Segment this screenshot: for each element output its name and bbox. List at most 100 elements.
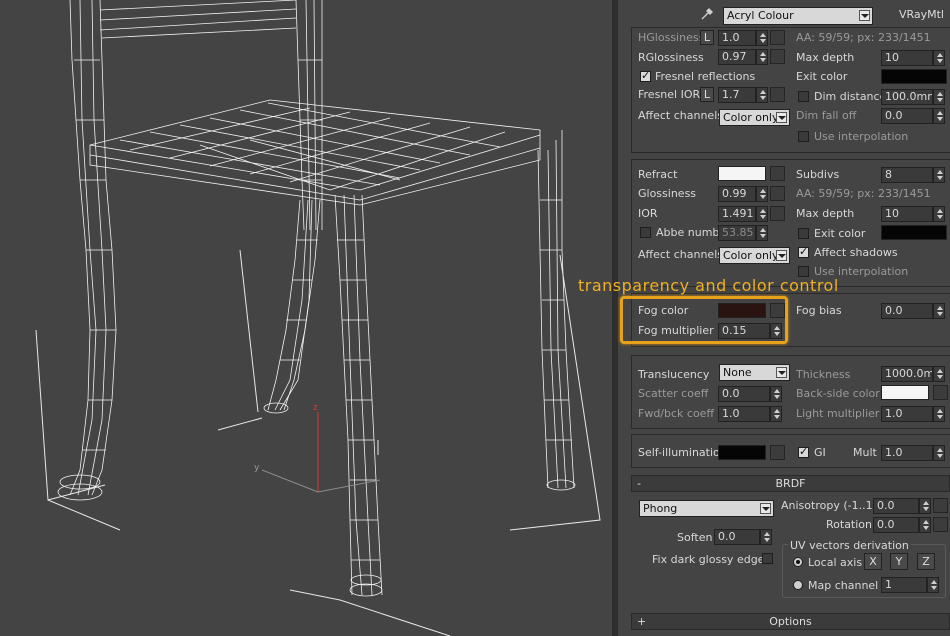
refract-max-depth-spinner[interactable] xyxy=(933,206,945,222)
refract-glossiness-spinner[interactable] xyxy=(756,186,768,202)
anisotropy-map-button[interactable] xyxy=(933,498,948,513)
fresnel-ior-map-button[interactable] xyxy=(770,87,785,102)
brdf-rollout-header[interactable]: - BRDF xyxy=(631,475,950,492)
reflect-max-depth-label: Max depth xyxy=(796,51,855,64)
backside-color-map-button[interactable] xyxy=(933,385,948,400)
front-leg-center xyxy=(334,194,383,597)
local-axis-radio[interactable] xyxy=(793,557,803,567)
subdivs-spinner[interactable] xyxy=(933,167,945,183)
fog-bias-field[interactable]: 0.0 xyxy=(881,303,933,319)
fix-dark-edges-checkbox[interactable] xyxy=(762,553,773,564)
reflect-exit-color-swatch[interactable] xyxy=(881,69,947,84)
ior-map-button[interactable] xyxy=(770,206,785,221)
refract-map-button[interactable] xyxy=(770,166,785,181)
fresnel-ior-label: Fresnel IOR xyxy=(638,88,701,101)
subdivs-label: Subdivs xyxy=(796,168,840,181)
mult-spinner[interactable] xyxy=(933,445,945,461)
rglossiness-map-button[interactable] xyxy=(770,49,785,64)
front-leg-left xyxy=(263,199,321,414)
back-post-right xyxy=(295,0,323,231)
mult-label: Mult xyxy=(853,446,877,459)
axis-z-button[interactable]: Z xyxy=(917,553,935,570)
fwd-bck-field[interactable]: 1.0 xyxy=(718,406,770,422)
fresnel-ior-field[interactable]: 1.7 xyxy=(718,87,756,103)
fwd-bck-spinner[interactable] xyxy=(770,406,782,422)
reflect-aa-info: AA: 59/59; px: 233/1451 xyxy=(796,31,931,44)
reflect-max-depth-spinner[interactable] xyxy=(933,50,945,66)
back-rail xyxy=(99,0,297,39)
anisotropy-field[interactable]: 0.0 xyxy=(873,498,919,514)
light-multiplier-field[interactable]: 1.0 xyxy=(881,406,933,422)
ior-spinner[interactable] xyxy=(756,206,768,222)
chevron-down-icon xyxy=(776,250,787,261)
fresnel-ior-spinner[interactable] xyxy=(756,87,768,103)
refract-exit-color-swatch[interactable] xyxy=(881,225,947,240)
mult-field[interactable]: 1.0 xyxy=(881,445,933,461)
thickness-spinner[interactable] xyxy=(933,366,945,382)
abbe-checkbox[interactable] xyxy=(640,227,651,238)
refract-glossiness-field[interactable]: 0.99 xyxy=(718,186,756,202)
axis-y-button[interactable]: Y xyxy=(890,553,908,570)
soften-field[interactable]: 0.0 xyxy=(714,529,760,545)
fresnel-checkbox[interactable] xyxy=(640,69,651,82)
reflect-use-interp-label: Use interpolation xyxy=(814,130,909,143)
back-post-left xyxy=(57,0,117,501)
local-axis-label: Local axis xyxy=(808,556,863,569)
translucency-dropdown[interactable]: None xyxy=(719,364,790,381)
refract-affect-channels-dropdown[interactable]: Color only xyxy=(719,247,790,264)
affect-shadows-checkbox[interactable] xyxy=(798,245,809,258)
map-channel-radio[interactable] xyxy=(793,580,803,590)
dim-distance-label: Dim distance xyxy=(814,90,887,103)
fresnel-label: Fresnel reflections xyxy=(655,70,756,83)
fwd-bck-label: Fwd/bck coeff xyxy=(638,407,715,420)
dim-distance-spinner[interactable] xyxy=(933,89,945,105)
hglossiness-map-button[interactable] xyxy=(770,30,785,45)
light-multiplier-spinner[interactable] xyxy=(933,406,945,422)
options-rollout-header[interactable]: + Options xyxy=(631,613,950,630)
reflect-max-depth-field[interactable]: 10 xyxy=(881,50,933,66)
axis-x-button[interactable]: X xyxy=(864,553,882,570)
self-illumination-swatch[interactable] xyxy=(718,445,766,460)
dim-distance-checkbox[interactable] xyxy=(798,91,809,102)
rglossiness-field[interactable]: 0.97 xyxy=(718,49,756,65)
material-type-button[interactable]: VRayMtl xyxy=(876,7,948,25)
fog-bias-spinner[interactable] xyxy=(933,303,945,319)
rglossiness-spinner[interactable] xyxy=(756,49,768,65)
scatter-field[interactable]: 0.0 xyxy=(718,386,770,402)
thickness-field[interactable]: 1000.0mm xyxy=(881,366,933,382)
reflect-affect-channels-dropdown[interactable]: Color only xyxy=(719,109,790,126)
refract-glossiness-map-button[interactable] xyxy=(770,186,785,201)
map-channel-spinner[interactable] xyxy=(927,577,939,593)
abbe-spinner[interactable] xyxy=(756,225,768,241)
ior-field[interactable]: 1.491 xyxy=(718,206,756,222)
anisotropy-spinner[interactable] xyxy=(919,498,931,514)
abbe-field[interactable]: 53.85 xyxy=(718,225,756,241)
options-expand-sign: + xyxy=(637,615,647,628)
refract-max-depth-field[interactable]: 10 xyxy=(881,206,933,222)
map-channel-field[interactable]: 1 xyxy=(881,577,927,593)
hglossiness-field[interactable]: 1.0 xyxy=(718,30,756,46)
subdivs-field[interactable]: 8 xyxy=(881,167,933,183)
reflect-use-interp-checkbox[interactable] xyxy=(798,131,809,142)
viewport[interactable]: z y xyxy=(0,0,612,636)
rotation-field[interactable]: 0.0 xyxy=(873,517,919,533)
scatter-spinner[interactable] xyxy=(770,386,782,402)
gi-checkbox[interactable] xyxy=(798,445,809,458)
dim-distance-field[interactable]: 100.0mm xyxy=(881,89,933,105)
refract-exit-color-checkbox[interactable] xyxy=(798,228,809,239)
fresnel-ior-lock-button[interactable]: L xyxy=(700,87,714,102)
refract-color-swatch[interactable] xyxy=(718,166,766,181)
backside-color-swatch[interactable] xyxy=(881,385,929,400)
brdf-type-dropdown[interactable]: Phong xyxy=(639,500,774,517)
self-illumination-map-button[interactable] xyxy=(770,445,785,460)
fog-highlight-box xyxy=(620,296,788,344)
material-name-dropdown[interactable]: Acryl Colour xyxy=(723,7,873,25)
rotation-map-button[interactable] xyxy=(933,517,948,532)
soften-spinner[interactable] xyxy=(760,529,772,545)
rotation-spinner[interactable] xyxy=(919,517,931,533)
hglossiness-spinner[interactable] xyxy=(756,30,768,46)
dim-falloff-field[interactable]: 0.0 xyxy=(881,108,933,124)
hglossiness-lock-button[interactable]: L xyxy=(700,30,714,45)
dim-falloff-spinner[interactable] xyxy=(933,108,945,124)
eyedropper-icon[interactable] xyxy=(700,7,714,21)
